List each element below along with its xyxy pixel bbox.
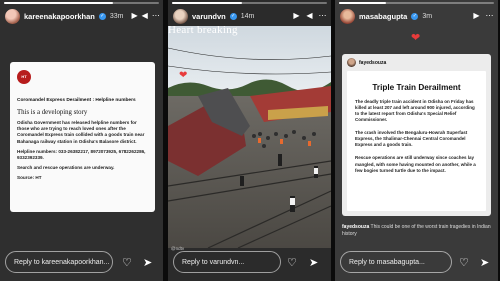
send-icon[interactable]: ➤ [480, 258, 489, 269]
story-progress-bar [172, 2, 327, 4]
caption-username[interactable]: fayedsouza [342, 224, 369, 230]
avatar[interactable] [5, 8, 20, 24]
reply-input[interactable]: Reply to masabagupta... [340, 251, 452, 273]
avatar[interactable] [340, 8, 355, 24]
post-paragraph: Rescue operations are still underway sin… [355, 155, 476, 173]
more-icon[interactable]: ⋯ [485, 12, 494, 20]
story-text-sticker: Heart breaking [168, 24, 238, 36]
story-time: 3m [422, 12, 433, 20]
card-subtitle: This is a developing story [17, 109, 88, 116]
story-progress-fill [172, 2, 242, 4]
card-helplines: Helpline numbers: 033-26382217, 89720739… [17, 148, 146, 160]
post-caption: fayedsouza This could be one of the wors… [342, 224, 492, 237]
story-progress-bar [339, 2, 494, 4]
story-progress-bar [4, 2, 159, 4]
post-username[interactable]: fayedsouza [359, 60, 386, 66]
reply-input[interactable]: Reply to kareenakapoorkhan... [5, 251, 113, 273]
shared-post[interactable]: fayedsouza Triple Train Derailment The d… [342, 54, 491, 216]
post-paragraph: The deadly triple train accident in Odis… [355, 99, 475, 123]
verified-badge-icon: ✓ [411, 12, 419, 20]
story-varundvn[interactable]: varundvn ✓ 14m ▶ ◀ ⋯ Heart breaking ❤ @n… [168, 0, 331, 281]
send-icon[interactable]: ➤ [309, 258, 318, 269]
story-username[interactable]: masabagupta [359, 12, 407, 21]
train-derailment-photo [168, 26, 331, 248]
story-kareenakapoorkhan[interactable]: kareenakapoorkhan ✓ 33m ▶ ◀ ⋯ HT Coroman… [0, 0, 163, 281]
heart-sticker-icon: ❤ [411, 32, 421, 44]
helpline-card: HT Coromandel Express Derailment : Helpl… [10, 62, 155, 212]
post-title: Triple Train Derailment [372, 83, 461, 92]
reply-input[interactable]: Reply to varundvn... [173, 251, 281, 273]
card-paragraph: Odisha Government has released helpline … [17, 120, 145, 144]
send-icon[interactable]: ➤ [143, 258, 152, 269]
play-icon[interactable]: ▶ [132, 12, 138, 20]
heart-icon[interactable]: ♡ [459, 258, 469, 269]
story-masabagupta[interactable]: masabagupta ✓ 3m ▶ ⋯ ❤ fayedsouza Triple… [335, 0, 498, 281]
more-icon[interactable]: ⋯ [318, 12, 327, 20]
heart-sticker-icon: ❤ [179, 70, 188, 81]
story-progress-fill [339, 2, 386, 4]
mute-icon[interactable]: ◀ [142, 12, 148, 20]
play-icon[interactable]: ▶ [472, 12, 481, 20]
story-time: 14m [240, 12, 255, 20]
post-paragraph: The crash involved the Bengaluru-Howrah … [355, 130, 468, 148]
news-logo: HT [17, 70, 31, 84]
story-username[interactable]: kareenakapoorkhan [24, 12, 95, 21]
story-header: kareenakapoorkhan ✓ 33m ▶ ◀ ⋯ [5, 7, 160, 25]
post-avatar[interactable] [347, 58, 356, 67]
verified-badge-icon: ✓ [98, 12, 106, 20]
heart-icon[interactable]: ♡ [122, 258, 132, 269]
mute-icon[interactable]: ◀ [305, 12, 314, 20]
avatar[interactable] [173, 8, 188, 24]
card-paragraph: Search and rescue operations are underwa… [17, 165, 115, 171]
play-icon[interactable]: ▶ [292, 12, 301, 20]
story-progress-fill [4, 2, 113, 4]
card-title: Coromandel Express Derailment : Helpline… [17, 98, 136, 103]
verified-badge-icon: ✓ [229, 12, 237, 20]
more-icon[interactable]: ⋯ [152, 12, 160, 20]
card-source: Source: HT [17, 175, 42, 181]
story-header: masabagupta ✓ 3m ▶ ⋯ [340, 7, 494, 25]
post-header: fayedsouza [347, 58, 486, 67]
story-time: 33m [109, 12, 124, 20]
story-header: varundvn ✓ 14m ▶ ◀ ⋯ [173, 7, 327, 25]
story-username[interactable]: varundvn [192, 12, 226, 21]
heart-icon[interactable]: ♡ [287, 258, 297, 269]
post-card: Triple Train Derailment The deadly tripl… [347, 71, 486, 211]
